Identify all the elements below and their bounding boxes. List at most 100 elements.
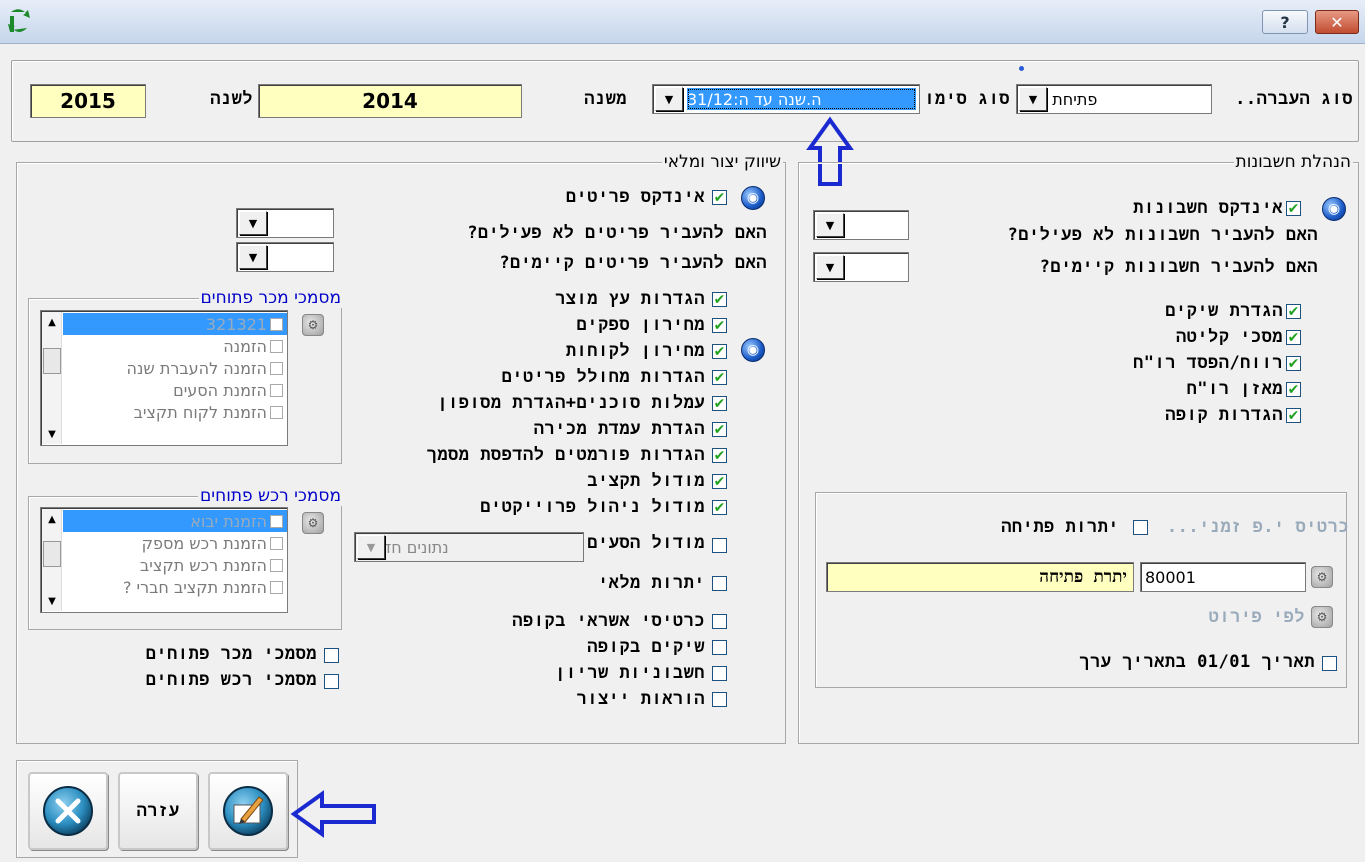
chevron-down-icon[interactable]: ▼ xyxy=(816,255,844,279)
purchase-docs-check-label: מסמכי רכש פתוחים xyxy=(145,670,317,690)
list-item[interactable]: הזמנת הסעים xyxy=(63,379,287,401)
list-item-label: הזמנה להעברת שנה xyxy=(126,358,267,378)
account-number-value: 80001 xyxy=(1145,567,1196,587)
purchase-docs-list[interactable]: הזמנת יבוא הזמנת רכש מספק הזמנת רכש תקצי… xyxy=(40,507,288,613)
purchase-docs-action-icon[interactable]: ⚙ xyxy=(302,512,324,534)
scrollbar[interactable]: ▲ ▼ xyxy=(42,509,62,611)
marketing-check-8-box[interactable]: ✔ xyxy=(712,500,727,515)
marketing-check-3-box[interactable]: ✔ xyxy=(712,370,727,385)
opening-balance-label: יתרות פתיחה xyxy=(1001,517,1119,537)
items-q-existing-label: האם להעביר פריטים קיימים? xyxy=(499,253,767,273)
list-item-checkbox[interactable] xyxy=(270,558,283,572)
marketing-unchecked-4-label: הוראות ייצור xyxy=(576,689,705,709)
list-item-label: הזמנה xyxy=(223,336,267,356)
marketing-check-8-label: מודול ניהול פרוייקטים xyxy=(480,497,705,517)
detail-lookup-icon[interactable]: ⚙ xyxy=(1311,606,1333,628)
list-item-checkbox[interactable] xyxy=(270,339,283,353)
sections-module-checkbox[interactable] xyxy=(712,538,727,553)
chevron-down-icon[interactable]: ▼ xyxy=(816,213,844,237)
account-number-field[interactable]: 80001 xyxy=(1140,562,1306,592)
scroll-up-icon[interactable]: ▲ xyxy=(42,312,62,332)
scroll-thumb[interactable] xyxy=(43,348,61,374)
list-item[interactable]: הזמנת לקוח תקציב xyxy=(63,401,287,423)
list-item-checkbox[interactable] xyxy=(270,383,283,397)
list-item-checkbox[interactable] xyxy=(270,514,283,528)
list-item-checkbox[interactable] xyxy=(270,536,283,550)
purchase-docs-group-title: מסמכי רכש פתוחים xyxy=(198,486,343,506)
globe-icon[interactable]: ◉ xyxy=(1322,197,1346,221)
window-close-button[interactable]: ✕ xyxy=(1315,10,1359,34)
items-q-existing-select[interactable]: לא ▼ xyxy=(236,242,334,272)
marketing-unchecked-0-label: יתרות מלאי xyxy=(597,573,705,593)
code-type-select[interactable]: ה.שנה עד ה:31/12 ▼ xyxy=(652,84,920,114)
sales-docs-list[interactable]: 321321 הזמנה הזמנה להעברת שנה הזמנת הסעי… xyxy=(40,310,288,446)
chevron-down-icon[interactable]: ▼ xyxy=(357,535,385,559)
date-value-checkbox[interactable] xyxy=(1322,656,1337,671)
to-year-field[interactable]: 2015 xyxy=(30,84,146,118)
cancel-button[interactable] xyxy=(28,772,108,850)
help-button[interactable]: עזרה xyxy=(118,772,198,850)
list-item-checkbox[interactable] xyxy=(270,580,283,594)
scroll-up-icon[interactable]: ▲ xyxy=(42,509,62,529)
marketing-check-2-box[interactable]: ✔ xyxy=(712,344,727,359)
marketing-unchecked-1-box[interactable] xyxy=(712,614,727,629)
list-item-checkbox[interactable] xyxy=(270,317,283,331)
list-item-checkbox[interactable] xyxy=(270,361,283,375)
accounts-q-inactive-select[interactable]: לא ▼ xyxy=(813,210,909,240)
transfer-type-select[interactable]: פתיחת שנה ▼ xyxy=(1016,84,1212,114)
scroll-thumb[interactable] xyxy=(43,541,61,567)
scroll-down-icon[interactable]: ▼ xyxy=(42,424,62,444)
items-q-inactive-select[interactable]: לא ▼ xyxy=(236,208,334,238)
list-item-checkbox[interactable] xyxy=(270,405,283,419)
accounts-index-label: אינדקס חשבונות xyxy=(1133,198,1283,218)
marketing-check-0-box[interactable]: ✔ xyxy=(712,292,727,307)
accounts-check-0-box[interactable]: ✔ xyxy=(1286,304,1301,319)
list-item[interactable]: הזמנת תקציב חברי ? xyxy=(63,576,287,598)
marketing-unchecked-2-box[interactable] xyxy=(712,640,727,655)
accounts-check-4-box[interactable]: ✔ xyxy=(1286,408,1301,423)
list-item[interactable]: הזמנה להעברת שנה xyxy=(63,357,287,379)
sales-docs-checkbox[interactable] xyxy=(324,648,339,663)
marketing-check-7-box[interactable]: ✔ xyxy=(712,474,727,489)
accounts-q-existing-select[interactable]: לא ▼ xyxy=(813,252,909,282)
scroll-down-icon[interactable]: ▼ xyxy=(42,591,62,611)
sections-module-select[interactable]: נתונים חדשים ▼ xyxy=(354,532,584,562)
list-item[interactable]: הזמנת יבוא xyxy=(63,510,287,532)
list-item[interactable]: 321321 xyxy=(63,313,287,335)
scrollbar[interactable]: ▲ ▼ xyxy=(42,312,62,444)
opening-balance-checkbox[interactable] xyxy=(1133,520,1148,535)
list-item[interactable]: הזמנה xyxy=(63,335,287,357)
accounts-check-1-box[interactable]: ✔ xyxy=(1286,330,1301,345)
purchase-docs-checkbox[interactable] xyxy=(324,674,339,689)
sales-docs-action-icon[interactable]: ⚙ xyxy=(302,314,324,336)
chevron-down-icon[interactable]: ▼ xyxy=(239,211,267,235)
marketing-unchecked-4-box[interactable] xyxy=(712,692,727,707)
marketing-check-6-box[interactable]: ✔ xyxy=(712,448,727,463)
accounts-index-checkbox[interactable]: ✔ xyxy=(1286,201,1301,216)
marketing-check-4-box[interactable]: ✔ xyxy=(712,396,727,411)
marketing-unchecked-0-box[interactable] xyxy=(712,576,727,591)
accounts-check-4-label: הגדרות קופה xyxy=(1165,405,1283,425)
close-circle-icon xyxy=(43,786,93,836)
marketing-check-4-label: עמלות סוכנים+הגדרת מסופון xyxy=(437,393,705,413)
items-index-checkbox[interactable]: ✔ xyxy=(712,190,727,205)
from-year-field[interactable]: 2014 xyxy=(258,84,522,118)
list-item[interactable]: הזמנת רכש תקציב xyxy=(63,554,287,576)
globe-icon[interactable]: ◉ xyxy=(741,338,765,362)
marketing-check-5-box[interactable]: ✔ xyxy=(712,422,727,437)
chevron-down-icon[interactable]: ▼ xyxy=(239,245,267,269)
window-help-button[interactable]: ? xyxy=(1262,10,1308,34)
list-item[interactable]: הזמנת רכש מספק xyxy=(63,532,287,554)
execute-button[interactable] xyxy=(208,772,288,850)
accounts-check-2-box[interactable]: ✔ xyxy=(1286,356,1301,371)
marketing-unchecked-3-box[interactable] xyxy=(712,666,727,681)
chevron-down-icon[interactable]: ▼ xyxy=(655,87,683,111)
marketing-check-1-box[interactable]: ✔ xyxy=(712,318,727,333)
account-lookup-icon[interactable]: ⚙ xyxy=(1311,566,1333,588)
items-q-inactive-label: האם להעביר פריטים לא פעילים? xyxy=(467,223,767,243)
accounts-check-3-box[interactable]: ✔ xyxy=(1286,382,1301,397)
from-year-label: משנה xyxy=(584,89,627,109)
items-index-label: אינדקס פריטים xyxy=(565,187,705,207)
globe-icon[interactable]: ◉ xyxy=(741,186,765,210)
chevron-down-icon[interactable]: ▼ xyxy=(1019,87,1047,111)
